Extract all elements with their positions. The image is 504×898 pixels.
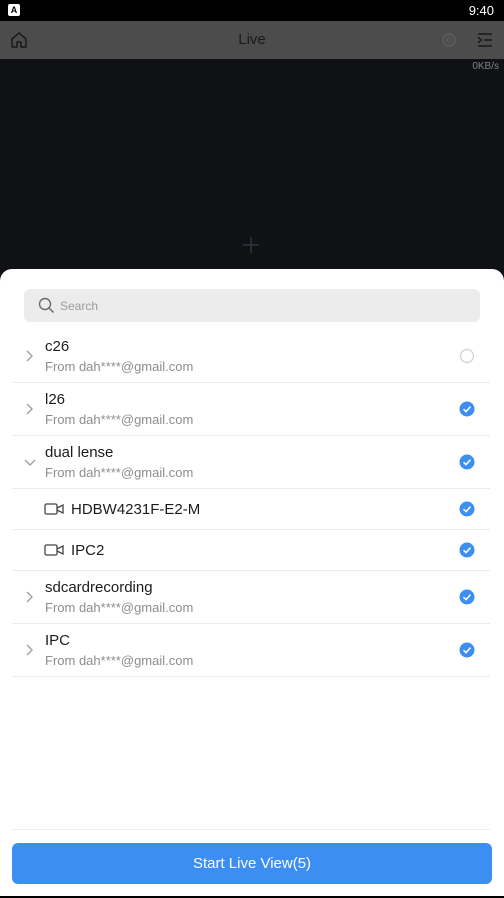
camera-icon <box>44 544 64 556</box>
chevron-right-icon[interactable] <box>24 642 36 658</box>
device-row-c26[interactable]: c26 From dah****@gmail.com <box>12 330 490 383</box>
check-circle-icon[interactable] <box>459 401 475 417</box>
check-circle-icon[interactable] <box>459 501 475 517</box>
search-bar[interactable] <box>24 289 480 322</box>
check-circle-icon[interactable] <box>459 589 475 605</box>
device-name: dual lense <box>45 444 114 461</box>
chevron-down-icon[interactable] <box>24 454 36 470</box>
video-area[interactable]: 0KB/s <box>0 59 504 299</box>
search-icon <box>38 297 55 314</box>
device-row-l26[interactable]: l26 From dah****@gmail.com <box>12 383 490 436</box>
device-owner: From dah****@gmail.com <box>45 359 194 374</box>
status-bar: A 9:40 <box>0 0 504 21</box>
unchecked-circle-icon[interactable] <box>459 348 475 364</box>
check-circle-icon[interactable] <box>459 454 475 470</box>
device-owner: From dah****@gmail.com <box>45 465 194 480</box>
device-list: c26 From dah****@gmail.com l26 From dah*… <box>12 330 490 677</box>
plus-icon[interactable] <box>241 235 261 255</box>
channel-name: IPC2 <box>71 542 105 559</box>
device-name: l26 <box>45 391 66 408</box>
footer-divider <box>12 829 490 830</box>
chevron-right-icon[interactable] <box>24 348 36 364</box>
device-name: sdcardrecording <box>45 579 153 596</box>
check-circle-icon[interactable] <box>459 542 475 558</box>
device-owner: From dah****@gmail.com <box>45 412 194 427</box>
device-name: c26 <box>45 338 70 355</box>
menu-icon[interactable] <box>476 31 494 49</box>
app-header: Live <box>0 21 504 59</box>
device-row-sdcardrecording[interactable]: sdcardrecording From dah****@gmail.com <box>12 571 490 624</box>
start-live-view-button[interactable]: Start Live View(5) <box>12 843 492 884</box>
chevron-right-icon[interactable] <box>24 589 36 605</box>
search-input[interactable] <box>60 289 460 322</box>
channel-row-hdbw4231f[interactable]: HDBW4231F-E2-M <box>12 489 490 530</box>
device-row-ipc[interactable]: IPC From dah****@gmail.com <box>12 624 490 677</box>
app-badge-icon: A <box>8 4 20 16</box>
channel-row-ipc2[interactable]: IPC2 <box>12 530 490 571</box>
data-rate: 0KB/s <box>472 61 499 72</box>
page-title: Live <box>238 31 266 48</box>
device-name: IPC <box>45 632 71 649</box>
device-row-dual-lense[interactable]: dual lense From dah****@gmail.com <box>12 436 490 489</box>
channel-name: HDBW4231F-E2-M <box>71 501 201 518</box>
gear-icon[interactable] <box>440 31 458 49</box>
device-owner: From dah****@gmail.com <box>45 600 194 615</box>
status-time: 9:40 <box>468 3 494 18</box>
chevron-right-icon[interactable] <box>24 401 36 417</box>
device-sheet: c26 From dah****@gmail.com l26 From dah*… <box>0 269 504 896</box>
camera-icon <box>44 503 64 515</box>
device-owner: From dah****@gmail.com <box>45 653 194 668</box>
check-circle-icon[interactable] <box>459 642 475 658</box>
